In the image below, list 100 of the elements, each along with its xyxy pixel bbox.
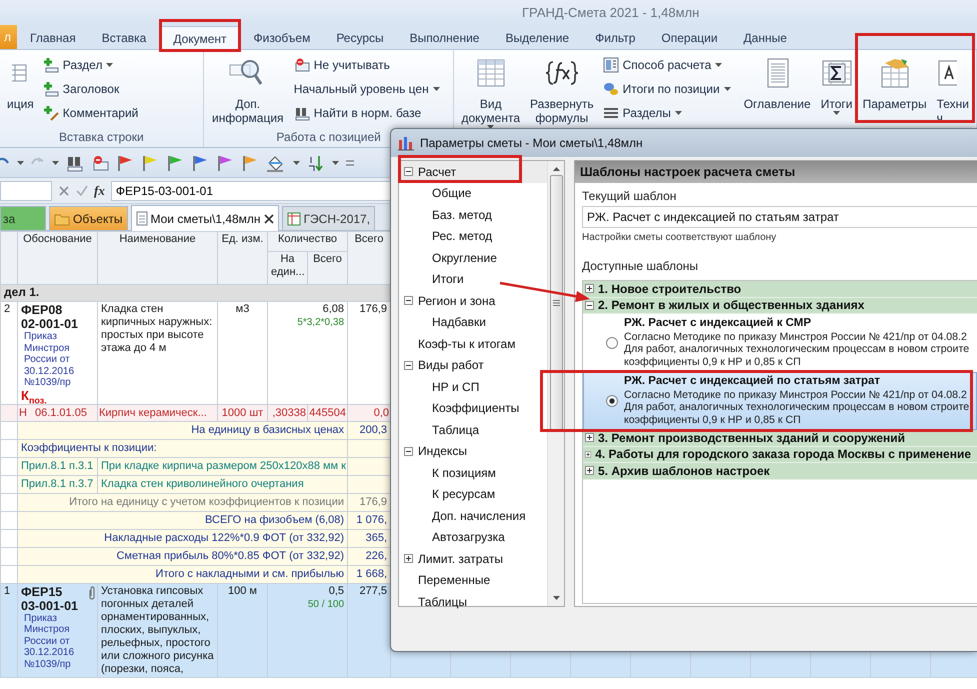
close-icon[interactable]	[264, 214, 274, 224]
template-group[interactable]: 1. Новое строительство	[583, 281, 977, 298]
tree-item[interactable]: К позициям	[432, 462, 547, 484]
ribbon-tab[interactable]: Физобъем	[240, 27, 324, 49]
ribbon-tab[interactable]: Выполнение	[396, 27, 492, 49]
table-cell: 1000 шт	[218, 404, 268, 421]
flag-icon[interactable]	[191, 154, 209, 172]
tree-item[interactable]: Надбавки	[432, 312, 547, 333]
ribbon-tab[interactable]: Вставка	[88, 27, 160, 49]
tree-item[interactable]: Таблица	[432, 419, 547, 440]
ribbon-button[interactable]: Параметры	[860, 53, 930, 111]
current-template-field[interactable]: РЖ. Расчет с индексацией по статьям затрат	[582, 206, 977, 228]
radio-button[interactable]	[606, 336, 618, 348]
ribbon-tab[interactable]: Фильтр	[582, 27, 648, 49]
ribbon-tab[interactable]: Операции	[648, 27, 731, 49]
ribbon-button[interactable]: Разделы	[600, 101, 733, 125]
source-note: Приказ Минстроя России от 30.12.2016 №1039/пр	[23, 331, 76, 388]
flag-icon[interactable]	[166, 154, 184, 172]
ribbon-button[interactable]: Заголовок	[40, 77, 140, 101]
expand-icon[interactable]	[585, 450, 592, 459]
tree-item[interactable]: Автозагрузка	[432, 526, 547, 548]
flag-icon[interactable]	[241, 154, 259, 172]
source-note: Приказ Минстроя России от 30.12.2016 №1039/пр	[23, 612, 76, 670]
collapse-icon[interactable]	[404, 446, 413, 456]
collapse-icon[interactable]	[585, 300, 594, 310]
expand-icon[interactable]	[404, 554, 413, 564]
ribbon-button[interactable]: Вид документа	[458, 53, 523, 129]
expand-icon[interactable]	[585, 466, 594, 476]
add-comment-icon	[42, 105, 59, 121]
tree-item[interactable]: Лимит. затраты	[399, 548, 547, 570]
ribbon-button[interactable]: Доп. информация	[208, 53, 288, 125]
tree-item[interactable]: Общие	[432, 182, 547, 204]
template-group[interactable]: 2. Ремонт в жилых и общественных зданиях	[583, 298, 977, 314]
tree-item[interactable]: Коэф-ты к итогам	[399, 333, 547, 354]
cell-name-field[interactable]	[0, 180, 52, 200]
table-cell: На единицу в базисных ценах	[18, 421, 348, 439]
scroll-up-icon[interactable]	[552, 167, 560, 171]
expand-icon[interactable]	[585, 433, 594, 442]
ribbon-button[interactable]: Раздел	[40, 53, 140, 77]
document-tab[interactable]: ГЭСН-2017,	[282, 206, 376, 230]
ribbon-button[interactable]: Не учитывать	[292, 53, 442, 77]
tree-item[interactable]: Регион и зона	[399, 290, 547, 312]
tree-item[interactable]: Баз. метод	[432, 204, 547, 226]
ribbon-button[interactable]: Итоги	[818, 53, 856, 115]
ribbon-button[interactable]: Оглавление	[740, 53, 814, 111]
remove-row-icon[interactable]	[91, 154, 109, 172]
tree-item[interactable]: Виды работ	[399, 354, 547, 376]
scroll-thumb[interactable]	[550, 175, 562, 430]
collapse-icon[interactable]	[404, 167, 413, 176]
template-group[interactable]: 5. Архив шаблонов настроек	[583, 463, 977, 480]
expand-icon[interactable]	[585, 284, 594, 294]
ribbon-tab[interactable]: Ресурсы	[323, 27, 397, 49]
flag-icon[interactable]	[116, 154, 134, 172]
tree-item[interactable]: Коэффициенты	[432, 398, 547, 419]
ribbon-button[interactable]: Способ расчета	[600, 53, 733, 77]
column-header: Количество	[268, 232, 348, 252]
table-cell: 1 668,	[348, 565, 391, 583]
tree-item[interactable]: К ресурсам	[432, 484, 547, 505]
scroll-down-icon[interactable]	[552, 596, 560, 600]
radio-button[interactable]	[606, 394, 618, 406]
ribbon-tab[interactable]: Данные	[730, 27, 800, 49]
tree-item[interactable]: Переменные	[399, 570, 547, 591]
ribbon-tab[interactable]: Выделение	[492, 27, 582, 49]
function-label[interactable]: fx	[94, 182, 105, 198]
table-cell: Кладка стен криволинейного очертания	[98, 475, 348, 493]
ribbon-tab[interactable]: Главная	[17, 27, 89, 49]
ribbon-button[interactable]: Найти в норм. базе	[292, 101, 442, 125]
window-title: ГРАНД-Смета 2021 - 1,48млн	[522, 5, 700, 20]
ribbon-button[interactable]: Развернуть формулы	[527, 53, 597, 125]
document-tab[interactable]: за	[0, 206, 46, 230]
tree-item[interactable]: Округление	[432, 247, 547, 268]
template-group[interactable]: 4. Работы для городского заказа города Москвы с применение	[583, 446, 977, 463]
tree-item[interactable]: Рес. метод	[432, 226, 547, 247]
document-tab[interactable]: Мои сметы\1,48млн	[130, 205, 279, 231]
ribbon-button[interactable]: Начальный уровень цен	[292, 77, 442, 101]
cancel-icon[interactable]	[58, 184, 70, 196]
ribbon-button[interactable]: Итоги по позиции	[600, 77, 733, 101]
table-cell: Сметная прибыль 80%*0.85 ФОТ (от 332,92)	[18, 547, 348, 565]
collapse-icon[interactable]	[404, 296, 413, 306]
tree-item[interactable]: НР и СП	[432, 376, 547, 398]
customize-icon[interactable]	[346, 158, 354, 168]
tree-item[interactable]: Итоги	[432, 268, 547, 290]
tree-item[interactable]: Доп. начисления	[432, 505, 547, 526]
sections-icon	[602, 105, 619, 121]
ribbon-button[interactable]: иция	[4, 53, 37, 111]
ribbon-button[interactable]: Комментарий	[40, 101, 140, 125]
template-option[interactable]	[583, 372, 977, 430]
tree-item[interactable]: Индексы	[399, 440, 547, 462]
caret-icon	[52, 160, 59, 164]
flag-icon[interactable]	[216, 154, 234, 172]
table-cell: Кладка стен кирпичных наружных: простых при высоте этажа до 4 м	[98, 302, 218, 404]
document-tab[interactable]: Объекты	[49, 206, 128, 230]
collapse-icon[interactable]	[404, 360, 413, 370]
position-code: ФЕР15 03-001-01	[21, 584, 79, 612]
template-option[interactable]: РЖ. Расчет с индексацией к СМР Согласно Методике по приказу Минстроя России № 421/пр от 04.08.2 Для работ, аналогичных технологическим процессам в новом строите коэффициенты 0,9 к НР и 0,85 к СП	[583, 314, 977, 372]
flag-icon[interactable]	[141, 154, 159, 172]
column-header: Наименование	[98, 232, 218, 284]
tree-item[interactable]: Таблицы	[399, 591, 547, 612]
scrollbar[interactable]	[547, 161, 564, 606]
sort-icon[interactable]	[307, 154, 325, 172]
